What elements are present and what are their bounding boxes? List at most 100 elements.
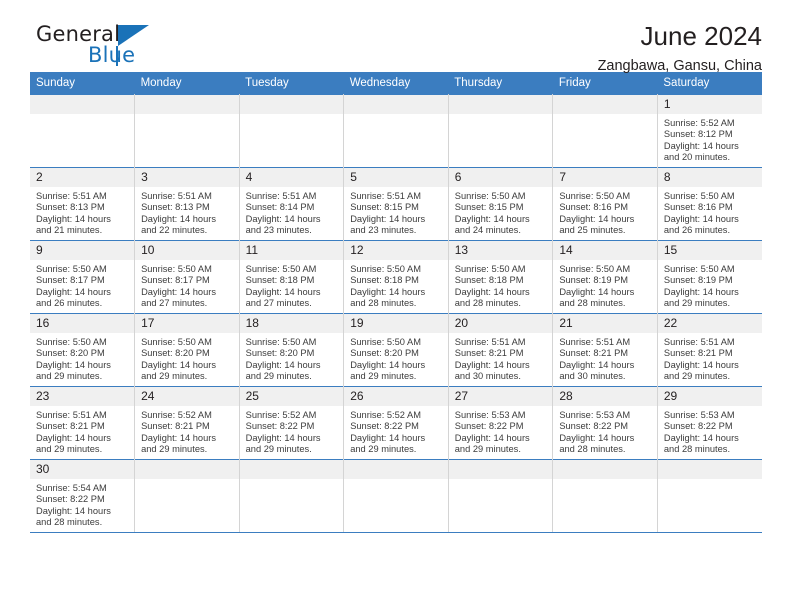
sunrise-text: Sunrise: 5:50 AM xyxy=(141,264,212,274)
day-details: Sunrise: 5:53 AM Sunset: 8:22 PM Daylight:… xyxy=(553,406,657,456)
daylight-text-line1: Daylight: 14 hours xyxy=(454,359,530,370)
sunrise-text: Sunrise: 5:53 AM xyxy=(559,410,631,420)
day-number: 16 xyxy=(30,314,135,333)
daylight-text-line2: and 20 minutes. xyxy=(663,152,731,163)
calendar-day-cell[interactable]: 14 Sunrise: 5:50 AM Sunset: 8:19 PM Dayligh… xyxy=(552,240,658,314)
daylight-text-line2: and 28 minutes. xyxy=(454,298,521,309)
calendar-day-cell[interactable]: 22 Sunrise: 5:51 AM Sunset: 8:21 PM Dayligh… xyxy=(657,313,762,387)
calendar-day-cell[interactable]: 12 Sunrise: 5:50 AM Sunset: 8:18 PM Dayligh… xyxy=(343,240,449,314)
calendar-day-cell-empty xyxy=(134,94,240,168)
calendar-day-cell[interactable]: 3 Sunrise: 5:51 AM Sunset: 8:13 PM Daylight… xyxy=(134,167,240,241)
sunset-text: Sunset: 8:12 PM xyxy=(663,129,733,140)
daylight-text-line1: Daylight: 14 hours xyxy=(245,286,321,297)
calendar-week-row: 30 Sunrise: 5:54 AM Sunset: 8:22 PM Dayligh… xyxy=(30,459,762,533)
calendar-day-cell[interactable]: 1 Sunrise: 5:52 AM Sunset: 8:12 PM Daylight… xyxy=(657,94,762,168)
daylight-text-line1: Daylight: 14 hours xyxy=(559,432,635,443)
day-details: Sunrise: 5:50 AM Sunset: 8:20 PM Daylight:… xyxy=(240,333,344,383)
sunrise-text: Sunrise: 5:50 AM xyxy=(663,264,735,274)
daylight-text-line2: and 30 minutes. xyxy=(454,371,521,382)
daylight-text-line2: and 27 minutes. xyxy=(141,298,208,309)
calendar-day-cell[interactable]: 24 Sunrise: 5:52 AM Sunset: 8:21 PM Dayligh… xyxy=(134,386,240,460)
sunset-text: Sunset: 8:22 PM xyxy=(559,421,629,432)
calendar-day-cell[interactable]: 17 Sunrise: 5:50 AM Sunset: 8:20 PM Dayligh… xyxy=(134,313,240,387)
daylight-text-line2: and 29 minutes. xyxy=(454,444,521,455)
day-number: 1 xyxy=(657,95,762,114)
day-number xyxy=(30,95,135,114)
day-number: 5 xyxy=(344,168,448,187)
calendar-day-cell[interactable]: 11 Sunrise: 5:50 AM Sunset: 8:18 PM Dayligh… xyxy=(239,240,345,314)
calendar-day-cell[interactable]: 5 Sunrise: 5:51 AM Sunset: 8:15 PM Daylight… xyxy=(343,167,449,241)
calendar-week-row: 23 Sunrise: 5:51 AM Sunset: 8:21 PM Dayligh… xyxy=(30,386,762,460)
calendar-day-cell[interactable]: 7 Sunrise: 5:50 AM Sunset: 8:16 PM Daylight… xyxy=(552,167,658,241)
day-details: Sunrise: 5:52 AM Sunset: 8:21 PM Daylight:… xyxy=(135,406,239,456)
calendar-day-cell[interactable]: 27 Sunrise: 5:53 AM Sunset: 8:22 PM Dayligh… xyxy=(448,386,554,460)
sunset-text: Sunset: 8:18 PM xyxy=(350,275,419,286)
calendar-day-cell[interactable]: 4 Sunrise: 5:51 AM Sunset: 8:14 PM Daylight… xyxy=(239,167,345,241)
calendar-day-cell[interactable]: 28 Sunrise: 5:53 AM Sunset: 8:22 PM Dayligh… xyxy=(552,386,658,460)
day-details: Sunrise: 5:50 AM Sunset: 8:19 PM Daylight:… xyxy=(658,260,762,310)
sunrise-text: Sunrise: 5:50 AM xyxy=(36,264,107,274)
calendar-day-cell[interactable]: 19 Sunrise: 5:50 AM Sunset: 8:20 PM Dayligh… xyxy=(343,313,449,387)
calendar-day-cell[interactable]: 25 Sunrise: 5:52 AM Sunset: 8:22 PM Dayligh… xyxy=(239,386,345,460)
sunset-text: Sunset: 8:20 PM xyxy=(36,348,105,359)
daylight-text-line2: and 21 minutes. xyxy=(36,225,103,236)
calendar-day-cell[interactable]: 16 Sunrise: 5:50 AM Sunset: 8:20 PM Dayligh… xyxy=(30,313,136,387)
calendar-day-cell[interactable]: 8 Sunrise: 5:50 AM Sunset: 8:16 PM Daylight… xyxy=(657,167,762,241)
day-number: 21 xyxy=(553,314,657,333)
calendar-day-cell[interactable]: 21 Sunrise: 5:51 AM Sunset: 8:21 PM Dayligh… xyxy=(552,313,658,387)
day-details: Sunrise: 5:51 AM Sunset: 8:14 PM Daylight:… xyxy=(240,187,344,237)
calendar-day-cell[interactable]: 15 Sunrise: 5:50 AM Sunset: 8:19 PM Dayligh… xyxy=(657,240,762,314)
logo-text-blue: Blue xyxy=(88,43,136,67)
sunset-text: Sunset: 8:13 PM xyxy=(141,202,210,213)
day-number: 11 xyxy=(239,241,344,260)
daylight-text-line1: Daylight: 14 hours xyxy=(141,286,216,297)
daylight-text-line1: Daylight: 14 hours xyxy=(245,432,321,443)
calendar-day-cell[interactable]: 9 Sunrise: 5:50 AM Sunset: 8:17 PM Daylight… xyxy=(30,240,136,314)
calendar-day-cell[interactable]: 13 Sunrise: 5:50 AM Sunset: 8:18 PM Dayligh… xyxy=(448,240,554,314)
sunrise-text: Sunrise: 5:51 AM xyxy=(245,191,317,201)
daylight-text-line2: and 26 minutes. xyxy=(663,225,731,236)
day-number: 12 xyxy=(344,241,448,260)
calendar-day-cell[interactable]: 20 Sunrise: 5:51 AM Sunset: 8:21 PM Dayligh… xyxy=(448,313,554,387)
calendar-day-cell-empty xyxy=(134,459,240,533)
daylight-text-line1: Daylight: 14 hours xyxy=(36,505,111,516)
sunrise-text: Sunrise: 5:51 AM xyxy=(141,191,212,201)
daylight-text-line1: Daylight: 14 hours xyxy=(245,359,321,370)
day-number: 7 xyxy=(553,168,657,187)
weekday-header-tuesday: Tuesday xyxy=(239,72,344,95)
calendar-day-cell[interactable]: 18 Sunrise: 5:50 AM Sunset: 8:20 PM Dayligh… xyxy=(239,313,345,387)
day-number: 22 xyxy=(657,314,762,333)
calendar-day-cell[interactable]: 6 Sunrise: 5:50 AM Sunset: 8:15 PM Daylight… xyxy=(448,167,554,241)
day-details: Sunrise: 5:50 AM Sunset: 8:20 PM Daylight:… xyxy=(344,333,448,383)
sunset-text: Sunset: 8:13 PM xyxy=(36,202,105,213)
calendar-day-cell-empty xyxy=(657,459,762,533)
calendar-day-cell[interactable]: 30 Sunrise: 5:54 AM Sunset: 8:22 PM Dayligh… xyxy=(30,459,136,533)
sunset-text: Sunset: 8:22 PM xyxy=(245,421,315,432)
sunset-text: Sunset: 8:17 PM xyxy=(36,275,105,286)
sunset-text: Sunset: 8:19 PM xyxy=(663,275,733,286)
day-details: Sunrise: 5:51 AM Sunset: 8:15 PM Daylight:… xyxy=(344,187,448,237)
sunset-text: Sunset: 8:20 PM xyxy=(350,348,419,359)
calendar-day-cell[interactable]: 2 Sunrise: 5:51 AM Sunset: 8:13 PM Daylight… xyxy=(30,167,136,241)
daylight-text-line2: and 29 minutes. xyxy=(36,371,103,382)
sunset-text: Sunset: 8:18 PM xyxy=(245,275,315,286)
page-title: June 2024 xyxy=(640,21,762,51)
day-details: Sunrise: 5:53 AM Sunset: 8:22 PM Daylight:… xyxy=(658,406,762,456)
daylight-text-line1: Daylight: 14 hours xyxy=(663,359,739,370)
calendar-day-cell-empty xyxy=(448,94,554,168)
sunset-text: Sunset: 8:16 PM xyxy=(663,202,733,213)
calendar-head: Sunday Monday Tuesday Wednesday Thursday… xyxy=(30,72,762,95)
sunrise-text: Sunrise: 5:50 AM xyxy=(36,337,107,347)
calendar-week-row: 9 Sunrise: 5:50 AM Sunset: 8:17 PM Daylight… xyxy=(30,240,762,314)
calendar-day-cell[interactable]: 23 Sunrise: 5:51 AM Sunset: 8:21 PM Dayligh… xyxy=(30,386,136,460)
daylight-text-line2: and 29 minutes. xyxy=(663,298,731,309)
calendar-day-cell[interactable]: 29 Sunrise: 5:53 AM Sunset: 8:22 PM Dayligh… xyxy=(657,386,762,460)
day-number: 24 xyxy=(135,387,239,406)
calendar-day-cell[interactable]: 26 Sunrise: 5:52 AM Sunset: 8:22 PM Dayligh… xyxy=(343,386,449,460)
day-details: Sunrise: 5:50 AM Sunset: 8:16 PM Daylight:… xyxy=(553,187,657,237)
day-number: 9 xyxy=(30,241,135,260)
calendar-day-cell[interactable]: 10 Sunrise: 5:50 AM Sunset: 8:17 PM Dayligh… xyxy=(134,240,240,314)
sunrise-text: Sunrise: 5:50 AM xyxy=(245,337,317,347)
day-number: 17 xyxy=(135,314,239,333)
sunrise-text: Sunrise: 5:50 AM xyxy=(141,337,212,347)
